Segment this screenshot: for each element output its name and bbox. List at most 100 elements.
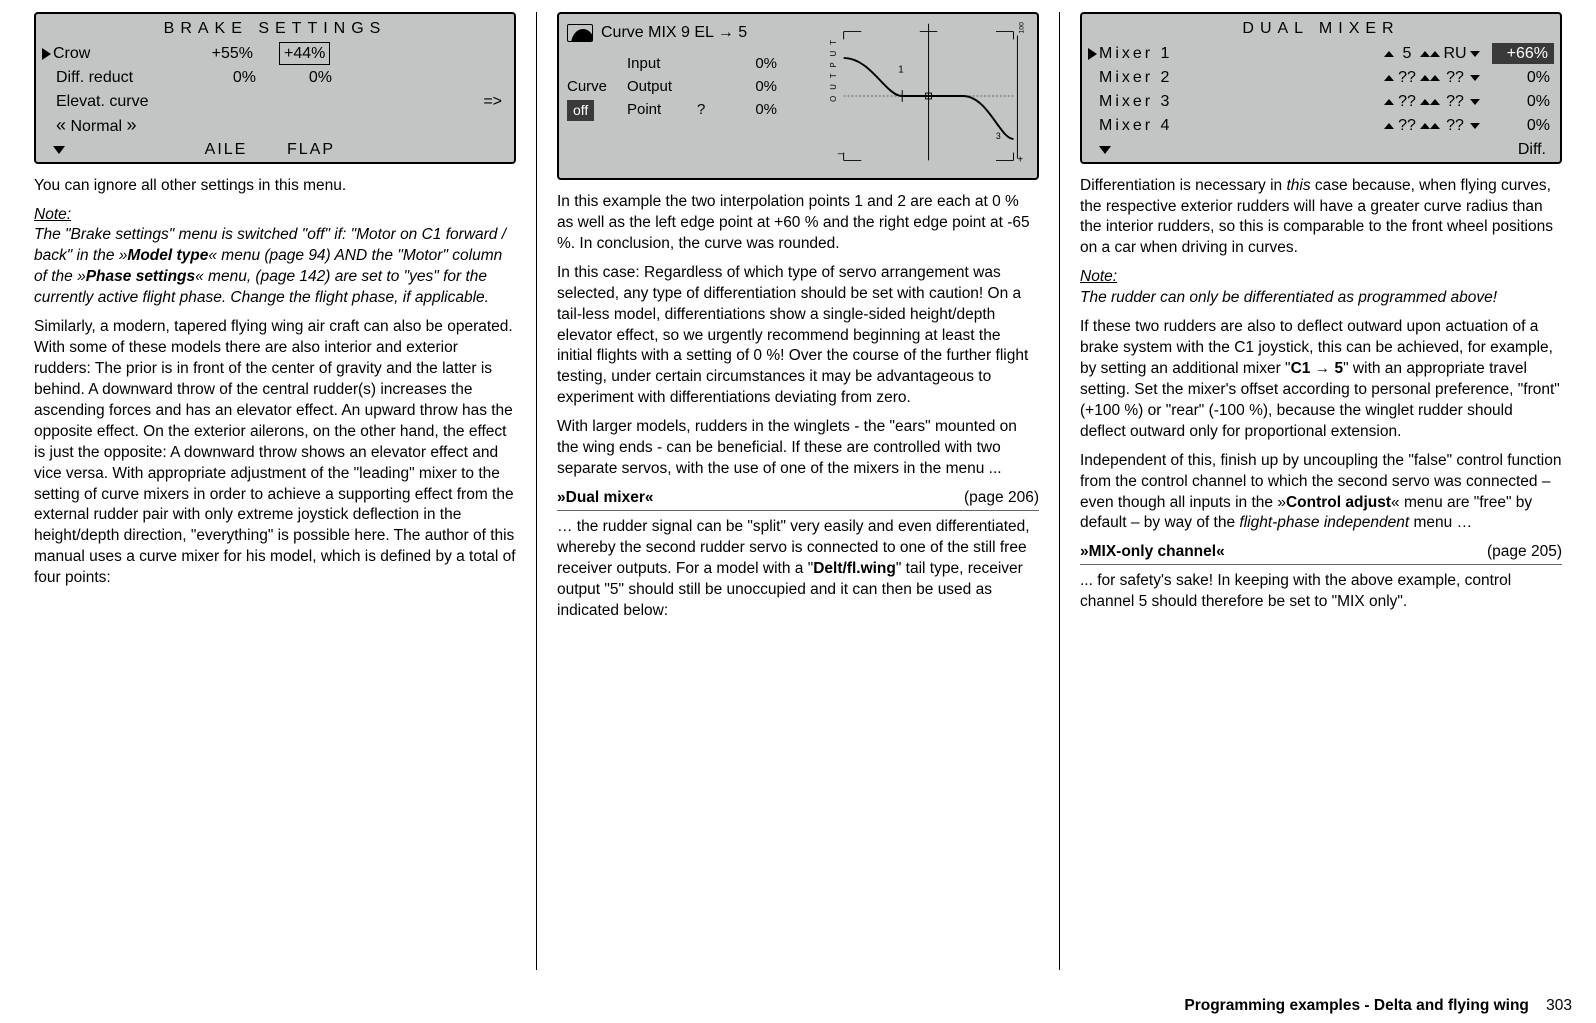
svg-text:+: + (1017, 154, 1023, 165)
curve-graph-svg: 100 – + O U T P U T (822, 14, 1037, 178)
svg-text:1: 1 (898, 65, 903, 76)
c2-p1: In this example the two interpolation po… (557, 192, 1039, 255)
column-separator-1 (536, 12, 537, 970)
triangle-up-icon (1430, 51, 1440, 57)
c3-p4: ... for safety's sake! In keeping with t… (1080, 571, 1562, 613)
brake-elev-label: Elevat. curve (56, 91, 483, 113)
svg-text:O U T P U T: O U T P U T (829, 38, 838, 102)
brake-crow-label: Crow (53, 43, 173, 65)
brake-settings-lcd: BRAKE SETTINGS Crow +55% +44% Diff. redu… (34, 12, 516, 164)
curve-arc-icon (567, 24, 593, 42)
svg-text:100: 100 (1018, 22, 1025, 34)
c3-note: Note: The rudder can only be differentia… (1080, 267, 1562, 309)
mix-only-link: »MIX-only channel« (page 205) (1080, 542, 1562, 565)
c1-p1: You can ignore all other settings in thi… (34, 176, 516, 197)
curve-point-v: 0% (727, 100, 777, 121)
triangle-up-icon (1384, 75, 1394, 81)
footer-page: 303 (1546, 997, 1572, 1014)
dual-footer-diff: Diff. (1518, 139, 1554, 161)
dual-mid: ?? (1394, 91, 1420, 113)
dual-mid2: ?? (1440, 91, 1470, 113)
triangle-up-icon (1420, 51, 1430, 57)
page-columns: BRAKE SETTINGS Crow +55% +44% Diff. redu… (0, 0, 1596, 970)
dual-name: Mixer 3 (1099, 91, 1229, 113)
brake-phase-label[interactable]: Normal (56, 113, 137, 138)
dual-title: DUAL MIXER (1082, 14, 1560, 42)
dual-val: 0% (1492, 67, 1554, 89)
dual-mixer-lcd: DUAL MIXER Mixer 15RU+66%Mixer 2????0%Mi… (1080, 12, 1562, 164)
dual-val[interactable]: +66% (1492, 43, 1554, 65)
note-body: The rudder can only be differentiated as… (1080, 289, 1497, 306)
triangle-down-icon (1470, 75, 1480, 81)
c3-p1: Differentiation is necessary in this cas… (1080, 176, 1562, 260)
dual-val: 0% (1492, 115, 1554, 137)
brake-diff-v2: 0% (282, 67, 332, 89)
caret-icon (1088, 48, 1097, 60)
column-2: Curve MIX 9 EL → 5 Input 0% Curve Output… (543, 12, 1053, 970)
dual-mid2: RU (1440, 43, 1470, 65)
brake-crow-v1: +55% (173, 43, 253, 65)
c2-p4: … the rudder signal can be "split" very … (557, 517, 1039, 622)
triangle-up-icon (1420, 123, 1430, 129)
column-1: BRAKE SETTINGS Crow +55% +44% Diff. redu… (20, 12, 530, 970)
column-separator-2 (1059, 12, 1060, 970)
triangle-up-icon (1420, 75, 1430, 81)
column-3: DUAL MIXER Mixer 15RU+66%Mixer 2????0%Mi… (1066, 12, 1576, 970)
c3-p2: If these two rudders are also to deflect… (1080, 317, 1562, 443)
triangle-up-icon (1384, 51, 1394, 57)
page-footer: Programming examples - Delta and flying … (1184, 996, 1572, 1017)
triangle-down-icon[interactable] (1099, 146, 1111, 154)
dual-mixer-link: »Dual mixer« (page 206) (557, 488, 1039, 511)
triangle-down-icon[interactable] (53, 146, 65, 154)
dual-mid: 5 (1394, 43, 1420, 65)
dual-mid2: ?? (1440, 115, 1470, 137)
brake-foot-aile: AILE (186, 139, 266, 161)
note-label: Note: (34, 206, 71, 223)
note-body: The "Brake settings" menu is switched "o… (34, 226, 506, 306)
triangle-up-icon (1384, 123, 1394, 129)
c2-p2: In this case: Regardless of which type o… (557, 263, 1039, 409)
c3-p3: Independent of this, finish up by uncoup… (1080, 451, 1562, 535)
dual-mid: ?? (1394, 115, 1420, 137)
triangle-up-icon (1384, 99, 1394, 105)
c1-p2: Similarly, a modern, tapered flying wing… (34, 317, 516, 589)
curve-input-lbl: Input (627, 54, 697, 74)
svg-text:–: – (838, 149, 844, 160)
dual-val: 0% (1492, 91, 1554, 113)
triangle-up-icon (1420, 99, 1430, 105)
c2-p3: With larger models, rudders in the wingl… (557, 417, 1039, 480)
curve-point-q: ? (697, 100, 727, 121)
curve-off-badge[interactable]: off (567, 100, 594, 121)
svg-text:3: 3 (996, 131, 1001, 141)
brake-row-phase: Normal (36, 114, 514, 138)
curve-curve-lbl: Curve (567, 77, 627, 97)
dual-name: Mixer 4 (1099, 115, 1229, 137)
dual-rows: Mixer 15RU+66%Mixer 2????0%Mixer 3????0%… (1082, 42, 1560, 138)
curve-mix-lcd: Curve MIX 9 EL → 5 Input 0% Curve Output… (557, 12, 1039, 180)
curve-input-v: 0% (727, 54, 777, 74)
brake-foot-flap: FLAP (266, 139, 356, 161)
dual-mixer-link-page: (page 206) (964, 488, 1039, 509)
arrow-go-icon[interactable] (483, 91, 508, 113)
brake-title: BRAKE SETTINGS (36, 14, 514, 42)
caret-icon (42, 48, 51, 60)
dual-name: Mixer 2 (1099, 67, 1229, 89)
brake-row-crow: Crow +55% +44% (36, 42, 514, 66)
triangle-down-icon (1470, 51, 1480, 57)
triangle-up-icon (1430, 123, 1440, 129)
dual-mixer-link-label: »Dual mixer« (557, 488, 654, 509)
dual-row: Mixer 3???? 0% (1082, 90, 1560, 114)
triangle-up-icon (1430, 99, 1440, 105)
brake-footer-row: AILE FLAP (36, 138, 514, 162)
dual-row: Mixer 15RU+66% (1082, 42, 1560, 66)
brake-row-diff: Diff. reduct 0% 0% (36, 66, 514, 90)
curve-output-v: 0% (727, 77, 777, 97)
dual-footer-row: Diff. (1082, 138, 1560, 162)
curve-graph: 100 – + O U T P U T (822, 14, 1037, 178)
footer-title: Programming examples - Delta and flying … (1184, 997, 1529, 1014)
c1-note: Note: The "Brake settings" menu is switc… (34, 205, 516, 310)
dual-row: Mixer 2????0% (1082, 66, 1560, 90)
triangle-down-icon (1470, 123, 1480, 129)
brake-crow-v2[interactable]: +44% (279, 42, 330, 66)
curve-output-lbl: Output (627, 77, 697, 97)
